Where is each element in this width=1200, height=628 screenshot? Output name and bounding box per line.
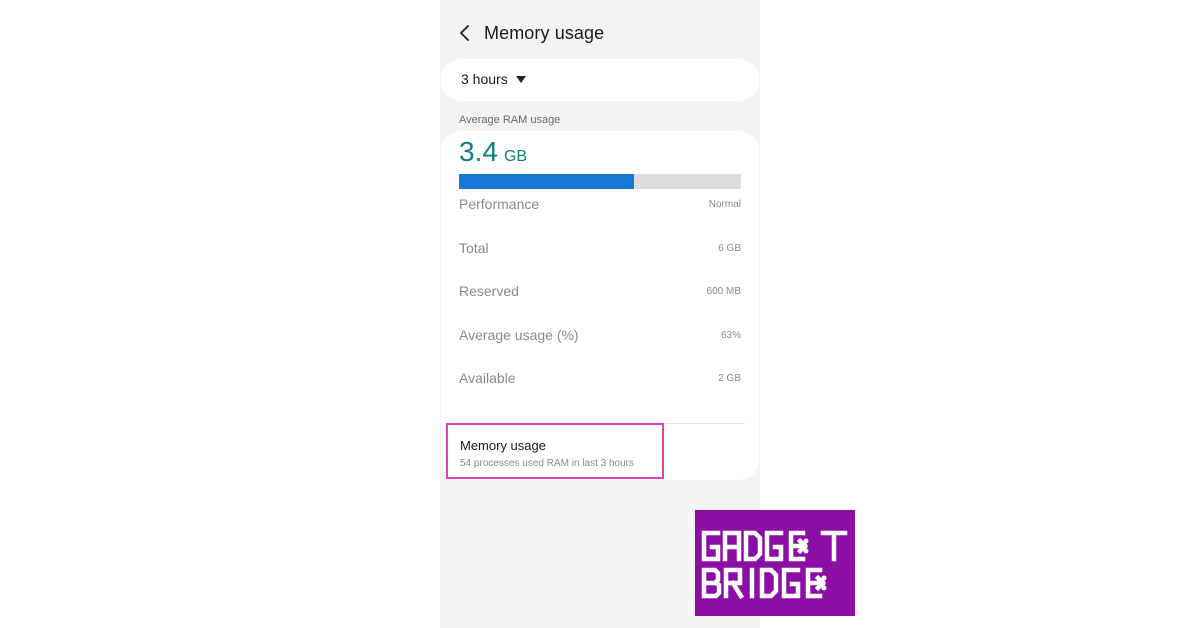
page-title: Memory usage [484, 23, 605, 43]
app-bar: Memory usage [440, 16, 760, 52]
stat-row-reserved: Reserved 600 MB [459, 281, 741, 301]
gadget-bridge-logo [695, 510, 855, 616]
stat-row-total: Total 6 GB [459, 238, 741, 258]
stat-label: Total [459, 240, 489, 256]
stat-value: 63% [720, 329, 741, 341]
memory-usage-subtitle: 54 processes used RAM in last 3 hours [460, 458, 634, 469]
stat-value: 6 GB [718, 242, 741, 254]
memory-usage-title: Memory usage [460, 438, 546, 453]
period-dropdown[interactable]: 3 hours [461, 71, 526, 87]
caret-down-icon [515, 75, 526, 83]
stat-label: Available [459, 370, 516, 386]
ram-summary-card: 3.4 GB Performance Normal Total 6 GB Res… [441, 131, 759, 480]
stat-value: 600 MB [706, 285, 741, 297]
ram-value: 3.4 GB [459, 136, 527, 168]
period-selected-label: 3 hours [461, 71, 508, 87]
stat-label: Average usage (%) [459, 327, 579, 343]
ram-usage-bar-fill [459, 174, 634, 189]
ram-value-number: 3.4 [459, 136, 498, 167]
back-button[interactable] [452, 20, 478, 46]
average-ram-label: Average RAM usage [459, 114, 561, 126]
gadget-bridge-logo-mark [701, 530, 848, 600]
chevron-left-icon [460, 25, 469, 41]
stat-label: Reserved [459, 283, 519, 299]
ram-usage-bar [459, 174, 741, 189]
stat-label: Performance [459, 196, 540, 212]
stat-value: 2 GB [718, 372, 741, 384]
stat-row-available: Available 2 GB [459, 368, 741, 388]
period-card: 3 hours [441, 59, 759, 101]
ram-value-unit: GB [503, 148, 528, 165]
stat-row-performance: Performance Normal [459, 194, 741, 214]
memory-usage-item[interactable]: Memory usage 54 processes used RAM in la… [446, 423, 664, 479]
stat-value: Normal [708, 198, 741, 210]
stat-row-average-usage: Average usage (%) 63% [459, 325, 741, 345]
